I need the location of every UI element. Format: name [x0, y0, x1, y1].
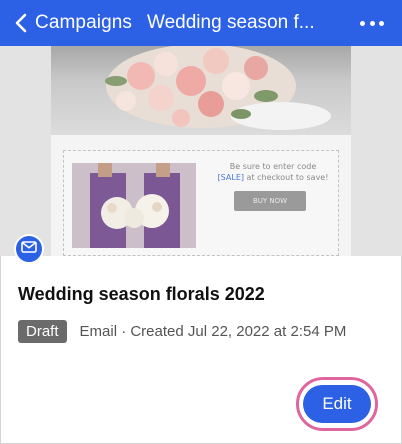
email-preview-card: Be sure to enter code [SALE] at checkout…: [51, 46, 351, 256]
promo-code: [SALE]: [217, 173, 245, 182]
promo-text: Be sure to enter code [SALE] at checkout…: [214, 161, 332, 183]
mail-icon: [21, 240, 37, 258]
campaign-meta: Draft Email · Created Jul 22, 2022 at 2:…: [18, 320, 346, 343]
bridesmaids-photo: [72, 163, 196, 248]
edit-button[interactable]: Edit: [303, 385, 371, 423]
email-preview[interactable]: Be sure to enter code [SALE] at checkout…: [0, 46, 402, 256]
more-dot: [369, 20, 375, 26]
header-title: Wedding season f...: [147, 12, 315, 33]
campaign-meta-text: Email · Created Jul 22, 2022 at 2:54 PM: [79, 323, 347, 340]
back-button[interactable]: Campaigns: [0, 0, 132, 46]
top-app-bar: Campaigns Wedding season f...: [0, 0, 402, 46]
buy-now-button: BUY NOW: [234, 191, 306, 211]
chevron-left-icon: [14, 13, 32, 33]
more-options-button[interactable]: [360, 13, 384, 33]
promo-line-1: Be sure to enter code: [229, 162, 317, 171]
promo-block: Be sure to enter code [SALE] at checkout…: [63, 150, 339, 256]
campaign-type-badge: [14, 234, 44, 264]
edit-highlight-ring: Edit: [296, 377, 378, 431]
promo-line-2: at checkout to save!: [244, 173, 329, 182]
campaign-title: Wedding season florals 2022: [18, 284, 265, 304]
bouquet-hero-image: [51, 46, 351, 135]
back-label: Campaigns: [35, 12, 133, 33]
status-badge: Draft: [18, 320, 67, 343]
more-dot: [379, 20, 384, 26]
more-horizontal-icon: [360, 20, 365, 26]
